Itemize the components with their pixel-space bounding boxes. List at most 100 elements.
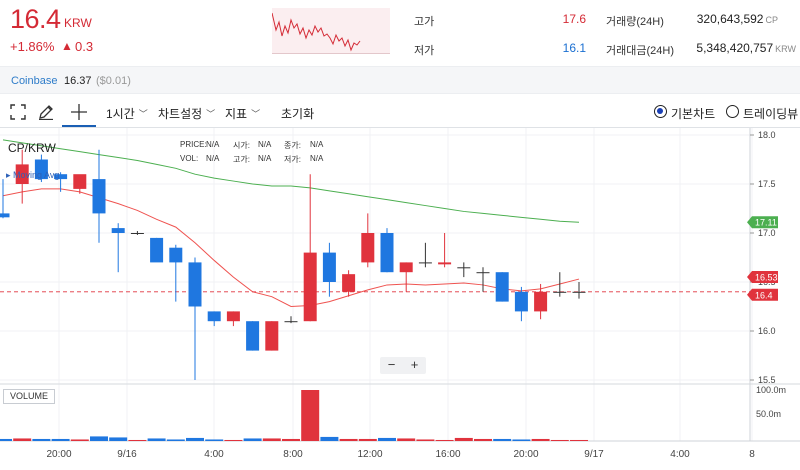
price-tick-label: 15.5	[758, 375, 776, 385]
candle-body	[534, 291, 548, 312]
candle-body	[418, 262, 432, 264]
ohlc-price-value: N/A	[206, 140, 220, 149]
volume-24h-number: 320,643,592	[696, 12, 764, 26]
volume-bar	[109, 437, 128, 441]
volume-bar	[205, 439, 224, 441]
candle-body	[111, 228, 125, 233]
candle-body	[73, 174, 87, 189]
volume-bar	[416, 439, 435, 441]
indicators-dropdown[interactable]: 지표 ﹀	[225, 105, 260, 122]
chevron-down-icon: ﹀	[138, 109, 148, 119]
current-price: 16.4	[10, 4, 61, 34]
candle-body	[303, 252, 317, 322]
candle-body	[322, 252, 336, 282]
change-amount: 0.3	[75, 39, 94, 54]
indicators-label: 지표	[225, 107, 248, 121]
reset-button[interactable]: 초기화	[281, 105, 314, 122]
volume-bar	[550, 439, 569, 441]
fast-moving-average-line	[2, 188, 580, 308]
candle-body	[207, 311, 221, 322]
candle-body	[361, 233, 375, 263]
amount-24h-number: 5,348,420,757	[696, 41, 774, 55]
zoom-controls: − +	[380, 357, 426, 374]
volume-bar	[435, 439, 454, 441]
exchange-price-row: Coinbase 16.37 ($0.01)	[0, 66, 800, 94]
candle-body	[572, 291, 586, 293]
candle-body	[476, 272, 490, 274]
volume-bar	[397, 438, 416, 441]
candle-body	[514, 291, 528, 312]
volume-bar	[474, 438, 492, 441]
candle-body	[0, 213, 10, 218]
ohlc-close-label: 종가:	[284, 141, 301, 150]
volume-bar	[339, 438, 358, 441]
interval-dropdown[interactable]: 1시간 ﹀	[106, 105, 148, 122]
volume-bar	[493, 438, 512, 441]
ohlc-price-label: PRICE:	[180, 140, 207, 149]
zoom-in-button[interactable]: +	[403, 357, 426, 374]
exchange-price-diff: ($0.01)	[96, 75, 131, 87]
candle-body	[92, 179, 106, 214]
volume-bar	[282, 438, 300, 441]
zoom-out-button[interactable]: −	[380, 357, 403, 374]
low-price-value: 16.1	[562, 41, 586, 55]
volume-bar	[570, 439, 588, 441]
ohlc-open-value: N/A	[258, 140, 272, 149]
volume-bar	[301, 390, 320, 441]
volume-bar	[0, 438, 12, 441]
high-price-value: 17.6	[562, 12, 586, 26]
indicator-legend[interactable]: ▸ Moving Avg	[6, 170, 59, 181]
amount-24h-value: 5,348,420,757 KRW	[650, 41, 796, 55]
time-tick-label: 9/17	[584, 449, 604, 460]
ohlc-low-value: N/A	[310, 154, 324, 163]
chart-settings-label: 차트설정	[158, 107, 203, 121]
crosshair-tool[interactable]	[62, 95, 96, 127]
price-tick-label: 17.0	[758, 228, 776, 238]
pencil-draw-icon[interactable]	[38, 104, 54, 121]
volume-unit: CP	[765, 15, 778, 25]
candle-body	[150, 237, 164, 263]
candlestick-chart[interactable]: 18.017.517.016.516.015.5100.0m50.0m 17.1…	[0, 128, 800, 470]
time-tick-label: 4:00	[670, 449, 690, 460]
volume-bar	[51, 438, 70, 441]
volume-bar	[70, 439, 89, 441]
time-tick-label: 12:00	[357, 449, 382, 460]
candle-body	[226, 311, 240, 322]
candle-body	[399, 262, 413, 273]
chart-symbol: CP/KRW	[8, 141, 56, 155]
volume-bar	[243, 438, 262, 441]
volume-bar	[166, 439, 185, 441]
volume-bar	[32, 438, 51, 441]
volume-bar	[128, 439, 147, 441]
basic-chart-radio[interactable]	[654, 105, 667, 118]
ohlc-close-value: N/A	[310, 140, 324, 149]
candle-body	[246, 321, 260, 351]
volume-24h-label: 거래량(24H)	[606, 16, 664, 28]
chart-settings-dropdown[interactable]: 차트설정 ﹀	[158, 105, 215, 122]
ohlc-low-label: 저가:	[284, 155, 301, 164]
crosshair-icon	[71, 104, 87, 120]
ohlc-high-label: 고가:	[233, 155, 250, 164]
candle-body	[553, 291, 567, 293]
ohlc-vol-label: VOL:	[180, 154, 199, 163]
amount-unit: KRW	[775, 44, 796, 54]
exchange-name-link[interactable]: Coinbase	[11, 75, 57, 87]
time-tick-label: 20:00	[46, 449, 71, 460]
basic-chart-label[interactable]: 기본차트	[671, 105, 715, 122]
volume-bar	[512, 439, 531, 441]
high-price-label: 고가	[414, 16, 435, 28]
volume-bar	[13, 438, 32, 441]
change-percent: +1.86%	[10, 39, 55, 54]
price-tick-label: 16.0	[758, 326, 776, 336]
chart-toolbar: 1시간 ﹀ 차트설정 ﹀ 지표 ﹀ 초기화 기본차트 트레이딩뷰	[0, 95, 800, 128]
volume-bar	[378, 437, 396, 441]
volume-24h-value: 320,643,592 CP	[660, 12, 778, 26]
ohlc-open-label: 시가:	[233, 141, 250, 150]
volume-bar	[147, 438, 166, 441]
candle-body	[342, 274, 356, 292]
mini-sparkline-chart	[271, 8, 390, 54]
volume-bar	[320, 436, 339, 441]
tradingview-radio[interactable]	[726, 105, 739, 118]
fullscreen-icon[interactable]	[10, 104, 26, 120]
tradingview-label[interactable]: 트레이딩뷰	[743, 105, 798, 122]
